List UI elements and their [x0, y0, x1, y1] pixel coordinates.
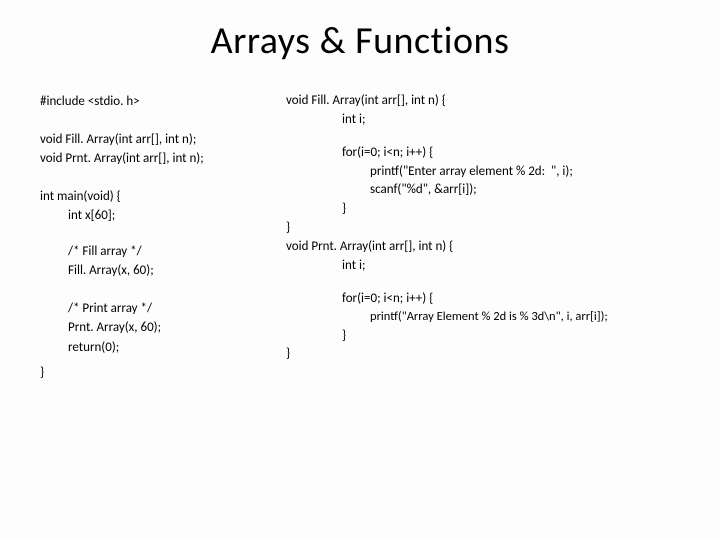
- code-line: }: [286, 327, 680, 346]
- code-line: for(i=0; i<n; i++) {: [286, 144, 680, 163]
- slide-title: Arrays & Functions: [40, 18, 680, 64]
- code-line: void Prnt. Array(int arr[], int n) {: [286, 238, 680, 257]
- code-line: /* Fill array */: [40, 242, 278, 262]
- left-code-column: #include <stdio. h> void Fill. Array(int…: [40, 92, 278, 383]
- code-line: int i;: [286, 257, 680, 276]
- code-line: Fill. Array(x, 60);: [40, 261, 278, 281]
- code-line: for(i=0; i<n; i++) {: [286, 290, 680, 309]
- code-line: int i;: [286, 111, 680, 130]
- code-line: /* Print array */: [40, 299, 278, 319]
- content-columns: #include <stdio. h> void Fill. Array(int…: [40, 92, 680, 383]
- code-line: }: [40, 363, 278, 383]
- code-line: printf("Array Element % 2d is % 3d\n", i…: [286, 308, 680, 326]
- code-line: void Fill. Array(int arr[], int n) {: [286, 92, 680, 111]
- code-line: int main(void) {: [40, 187, 278, 207]
- code-line: }: [286, 345, 680, 364]
- code-line: scanf("%d", &arr[i]);: [286, 181, 680, 200]
- code-line: }: [286, 200, 680, 219]
- code-line: void Prnt. Array(int arr[], int n);: [40, 149, 278, 169]
- code-line: printf("Enter array element % 2d: ", i);: [286, 163, 680, 182]
- code-line: return(0);: [40, 338, 278, 358]
- right-code-column: void Fill. Array(int arr[], int n) { int…: [286, 92, 680, 383]
- slide: Arrays & Functions #include <stdio. h> v…: [0, 0, 720, 540]
- code-line: void Fill. Array(int arr[], int n);: [40, 130, 278, 150]
- code-line: int x[60];: [40, 206, 278, 226]
- code-line: Prnt. Array(x, 60);: [40, 318, 278, 338]
- code-line: }: [286, 219, 680, 238]
- code-line: #include <stdio. h>: [40, 92, 278, 112]
